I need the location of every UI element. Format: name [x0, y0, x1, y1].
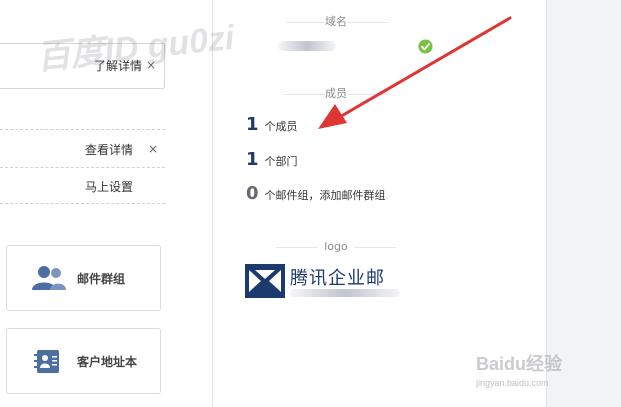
members-section-title: 成员	[236, 87, 436, 101]
divider	[0, 129, 165, 130]
logo-section-title: logo	[236, 240, 436, 254]
stat-number: 1	[246, 114, 259, 135]
right-gutter	[546, 0, 621, 407]
setup-now-link[interactable]: 马上设置	[85, 178, 133, 195]
stat-label: 个成员	[264, 120, 298, 133]
check-icon	[418, 39, 433, 54]
mail-group-card[interactable]: 邮件群组	[6, 245, 161, 311]
pane-divider	[212, 0, 213, 407]
address-book-card[interactable]: 客户地址本	[6, 328, 161, 394]
section-title-text: 域名	[325, 15, 347, 28]
card-label: 邮件群组	[77, 272, 126, 286]
section-title-text: logo	[324, 240, 348, 253]
left-pane: 了解详情 × 查看详情 × 马上设置 邮件群组 客户地址本	[0, 0, 212, 407]
stat-label: 个邮件组，	[264, 189, 320, 202]
stat-label: 个部门	[264, 155, 298, 168]
domain-section-title: 域名	[236, 15, 436, 29]
stat-number: 1	[246, 149, 259, 170]
group-icon	[32, 266, 66, 290]
notice-banner: 了解详情 ×	[0, 43, 165, 89]
divider	[0, 203, 165, 204]
close-icon[interactable]: ×	[146, 59, 156, 71]
address-book-icon	[34, 350, 59, 373]
close-icon[interactable]: ×	[148, 143, 158, 155]
divider	[0, 167, 165, 168]
tencent-exmail-logo-icon	[245, 264, 285, 298]
learn-more-link[interactable]: 了解详情	[94, 57, 142, 74]
mail-group-count: 0 个邮件组，添加邮件群组	[246, 183, 386, 204]
add-mail-group-link[interactable]: 添加邮件群组	[320, 189, 386, 202]
section-title-text: 成员	[325, 87, 347, 100]
stat-number: 0	[246, 183, 259, 204]
department-count[interactable]: 1 个部门	[246, 149, 298, 170]
card-label: 客户地址本	[77, 355, 138, 369]
blurred-domain-text	[290, 289, 400, 297]
view-details-link[interactable]: 查看详情	[85, 141, 133, 158]
logo-brand-text: 腾讯企业邮	[290, 268, 385, 289]
blurred-domain-text	[278, 41, 336, 51]
member-count[interactable]: 1 个成员	[246, 114, 298, 135]
